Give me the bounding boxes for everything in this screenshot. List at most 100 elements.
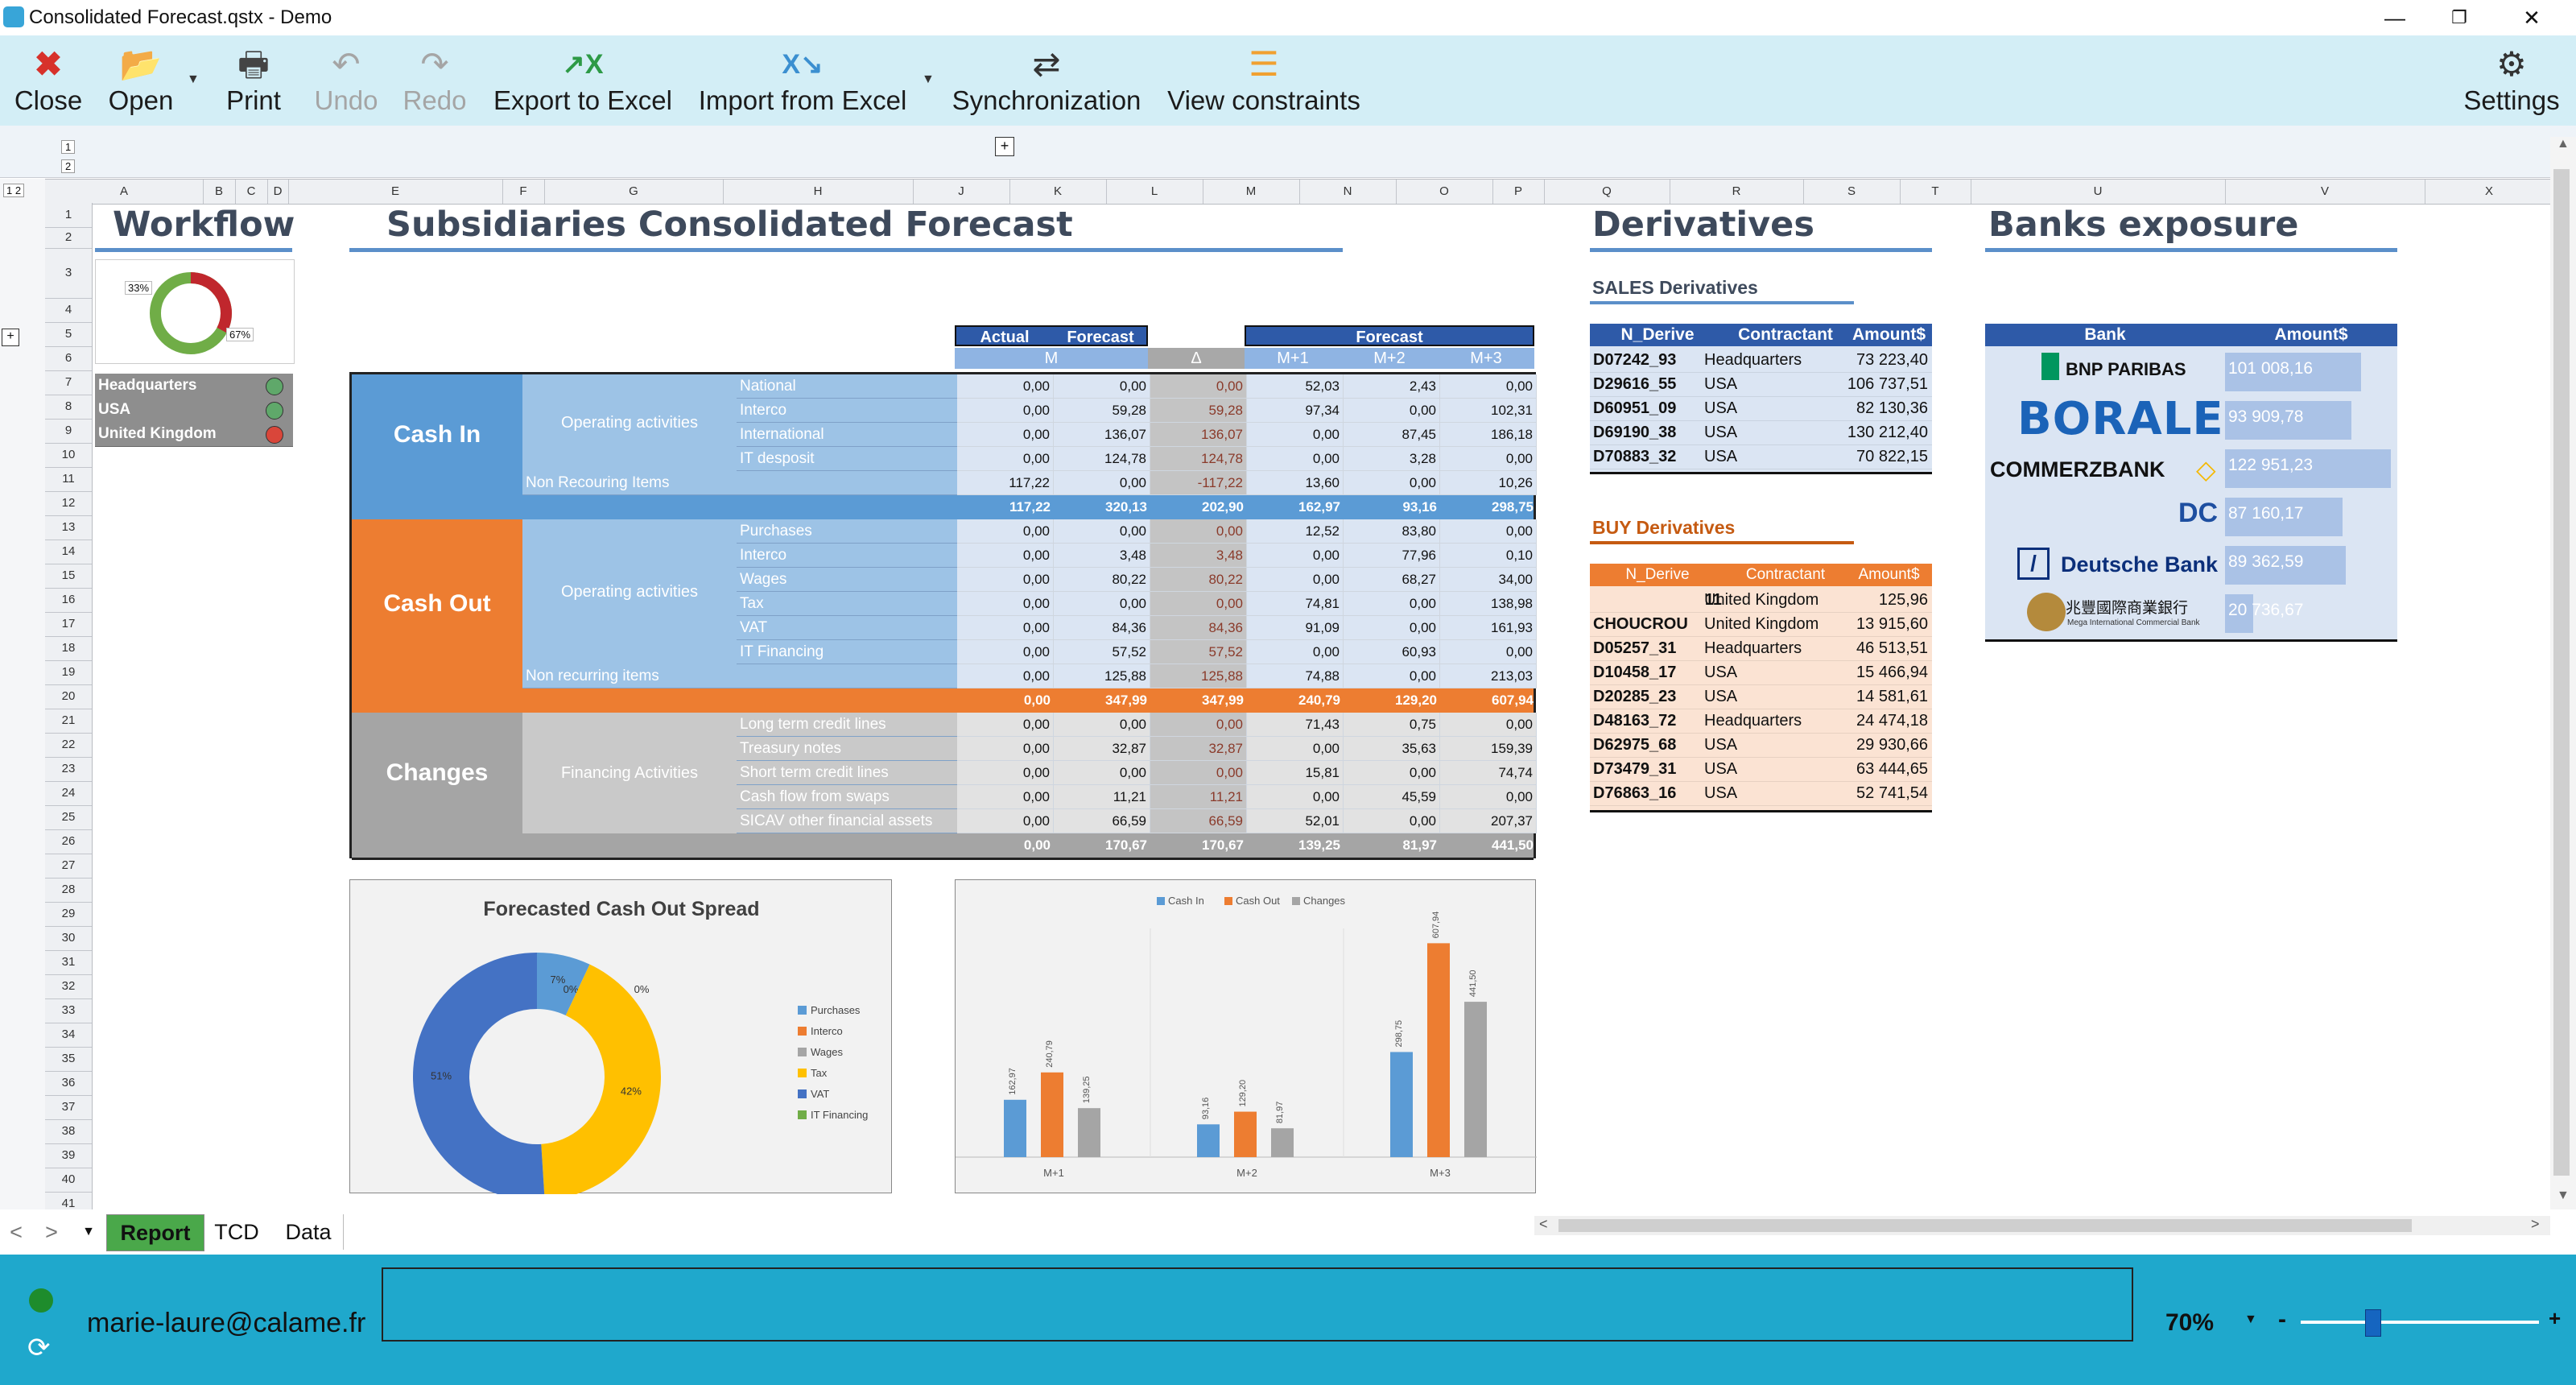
row-header-cell[interactable]: 6 (45, 346, 92, 371)
tab-report[interactable]: Report (106, 1214, 204, 1251)
group-expand-plus-icon[interactable]: + (2, 329, 19, 346)
value-cell[interactable]: 0,00 (957, 544, 1054, 568)
hscroll-right-icon[interactable]: > (2531, 1216, 2540, 1233)
zoom-in-button[interactable]: + (2549, 1306, 2561, 1331)
value-cell[interactable]: 0,00 (1054, 592, 1150, 616)
value-cell[interactable]: 0,00 (957, 374, 1054, 399)
total-cell[interactable]: 202,90 (1150, 495, 1247, 519)
value-cell[interactable]: 45,59 (1344, 785, 1440, 809)
value-cell[interactable]: 13,60 (1247, 471, 1344, 495)
row-header-cell[interactable]: 24 (45, 781, 92, 806)
value-cell[interactable]: 0,00 (1054, 471, 1150, 495)
value-cell[interactable]: 207,37 (1440, 809, 1537, 833)
value-cell[interactable]: 138,98 (1440, 592, 1537, 616)
settings-button[interactable]: ⚙ Settings (2455, 35, 2568, 126)
total-cell[interactable]: 320,13 (1054, 495, 1150, 519)
column-header-cell[interactable]: J (913, 180, 1010, 204)
column-header-cell[interactable]: T (1900, 180, 1971, 204)
tab-data[interactable]: Data (274, 1214, 344, 1250)
total-cell[interactable]: 298,75 (1440, 495, 1537, 519)
value-cell[interactable]: 186,18 (1440, 423, 1537, 447)
value-cell[interactable]: 66,59 (1054, 809, 1150, 833)
row-header-cell[interactable]: 30 (45, 926, 92, 951)
vertical-scrollbar[interactable]: ▲ ▼ (2550, 137, 2576, 1209)
row-header-cell[interactable]: 17 (45, 612, 92, 637)
total-cell[interactable]: 607,94 (1440, 688, 1537, 713)
synchronization-button[interactable]: ⇄ Synchronization (950, 35, 1143, 126)
restore-icon[interactable]: ❐ (2423, 0, 2496, 35)
value-cell[interactable]: 80,22 (1150, 568, 1247, 592)
value-cell[interactable]: 0,00 (957, 399, 1054, 423)
value-cell[interactable]: 0,00 (1344, 761, 1440, 785)
open-dropdown-icon[interactable]: ▼ (187, 72, 200, 87)
row-header-cell[interactable]: 28 (45, 878, 92, 903)
value-cell[interactable]: 0,10 (1440, 544, 1537, 568)
close-button[interactable]: ✖ Close (8, 35, 89, 126)
value-cell[interactable]: 34,00 (1440, 568, 1537, 592)
total-cell[interactable]: 81,97 (1344, 833, 1440, 858)
value-cell[interactable]: 0,00 (1247, 447, 1344, 471)
value-cell[interactable]: 161,93 (1440, 616, 1537, 640)
column-header-cell[interactable]: U (1971, 180, 2226, 204)
row-header-cell[interactable]: 14 (45, 540, 92, 564)
value-cell[interactable]: 0,00 (1344, 809, 1440, 833)
value-cell[interactable]: 74,81 (1247, 592, 1344, 616)
row-header-cell[interactable]: 21 (45, 709, 92, 734)
row-header-cell[interactable]: 22 (45, 733, 92, 758)
column-header-cell[interactable]: C (235, 180, 268, 204)
total-cell[interactable]: 117,22 (957, 495, 1054, 519)
value-cell[interactable]: 124,78 (1054, 447, 1150, 471)
value-cell[interactable]: 3,48 (1054, 544, 1150, 568)
scroll-up-icon[interactable]: ▲ (2557, 137, 2570, 151)
value-cell[interactable]: 35,63 (1344, 737, 1440, 761)
value-cell[interactable]: 0,00 (957, 713, 1054, 737)
bar-cash-in[interactable] (1390, 1052, 1413, 1157)
row-header-cell[interactable]: 13 (45, 515, 92, 540)
row-header-cell[interactable]: 12 (45, 491, 92, 516)
value-cell[interactable]: 52,01 (1247, 809, 1344, 833)
export-excel-button[interactable]: ↗X Export to Excel (489, 35, 676, 126)
value-cell[interactable]: 0,00 (1150, 592, 1247, 616)
zoom-slider-track[interactable] (2301, 1321, 2539, 1324)
row-header-cell[interactable]: 8 (45, 395, 92, 420)
value-cell[interactable]: 0,00 (1247, 544, 1344, 568)
total-cell[interactable]: 170,67 (1054, 833, 1150, 858)
value-cell[interactable]: 0,00 (957, 447, 1054, 471)
bar-changes[interactable] (1271, 1128, 1294, 1157)
value-cell[interactable]: 0,00 (957, 616, 1054, 640)
undo-button[interactable]: ↶ Undo (306, 35, 386, 126)
row-header-cell[interactable]: 1 (45, 203, 92, 228)
row-header-cell[interactable]: 29 (45, 902, 92, 927)
view-constraints-button[interactable]: ☰ View constraints (1159, 35, 1368, 126)
value-cell[interactable]: 0,00 (1440, 785, 1537, 809)
value-cell[interactable]: 3,28 (1344, 447, 1440, 471)
value-cell[interactable]: 0,00 (957, 664, 1054, 688)
bar-cash-out[interactable] (1234, 1111, 1257, 1157)
row-header-cell[interactable]: 34 (45, 1023, 92, 1048)
value-cell[interactable]: 0,00 (1054, 761, 1150, 785)
bar-changes[interactable] (1078, 1108, 1100, 1157)
value-cell[interactable]: 91,09 (1247, 616, 1344, 640)
refresh-icon[interactable]: ⟳ (27, 1332, 51, 1364)
value-cell[interactable]: 0,00 (957, 761, 1054, 785)
outline-level-2[interactable]: 2 (61, 159, 76, 173)
value-cell[interactable]: 0,00 (1054, 374, 1150, 399)
bar-changes[interactable] (1464, 1002, 1487, 1157)
value-cell[interactable]: 0,00 (1440, 640, 1537, 664)
value-cell[interactable]: 66,59 (1150, 809, 1247, 833)
value-cell[interactable]: 0,00 (1247, 737, 1344, 761)
value-cell[interactable]: 87,45 (1344, 423, 1440, 447)
row-header-cell[interactable]: 3 (45, 248, 92, 299)
value-cell[interactable]: 0,00 (1150, 519, 1247, 544)
value-cell[interactable]: 0,00 (1344, 399, 1440, 423)
scroll-down-icon[interactable]: ▼ (2557, 1189, 2570, 1203)
column-header-cell[interactable]: K (1009, 180, 1107, 204)
row-header-cell[interactable]: 27 (45, 854, 92, 879)
value-cell[interactable]: 0,00 (957, 519, 1054, 544)
value-cell[interactable]: 11,21 (1150, 785, 1247, 809)
value-cell[interactable]: 74,74 (1440, 761, 1537, 785)
minimize-icon[interactable]: — (2359, 0, 2431, 35)
value-cell[interactable]: 0,00 (1247, 423, 1344, 447)
value-cell[interactable]: 0,00 (1247, 640, 1344, 664)
value-cell[interactable]: 59,28 (1150, 399, 1247, 423)
